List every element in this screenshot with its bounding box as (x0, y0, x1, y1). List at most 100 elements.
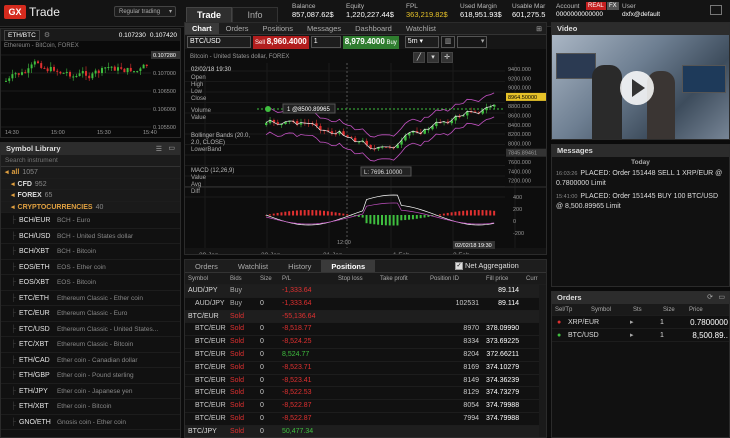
tab-info[interactable]: Info (232, 7, 278, 23)
position-row[interactable]: BTC/EUR Sold 0 -8,518.77 8970 378.09990 (185, 323, 546, 337)
crosshair-icon[interactable]: ✛ (441, 52, 453, 63)
chart-type-icon[interactable]: ▥ (440, 36, 456, 48)
tab-messages[interactable]: Messages (300, 23, 348, 34)
library-group-forex[interactable]: ◂ FOREX 65 (1, 190, 180, 202)
play-button[interactable] (620, 71, 654, 105)
order-row[interactable]: ● XRP/EUR ▸ 1 0.7800000 (552, 316, 729, 329)
positions-scrollbar[interactable] (539, 285, 546, 437)
video-player[interactable] (552, 35, 729, 139)
buy-button[interactable]: 8,979.4000 Buy (342, 35, 399, 49)
position-cell (427, 311, 483, 323)
sell-button[interactable]: Sell 8,960.4000 (253, 35, 309, 49)
draw-line-icon[interactable]: ╱ (413, 52, 425, 63)
library-item[interactable]: ├ ETH/CAD Ether coin - Canadian dollar (1, 353, 180, 368)
position-row[interactable]: BTC/EUR Sold -55,136.64 (185, 310, 546, 324)
position-row[interactable]: BTC/JPY Sold 0 50,477.34 (185, 425, 546, 437)
column-header[interactable]: Size (257, 273, 279, 284)
tab-chart[interactable]: Chart (185, 23, 219, 34)
search-box[interactable] (1, 155, 180, 167)
gear-icon[interactable]: ⚙ (44, 31, 50, 39)
chart-layout-icon[interactable]: ⊞ (536, 25, 542, 33)
position-cell: AUD/JPY (195, 299, 225, 307)
order-marker-icon[interactable] (265, 106, 271, 112)
library-item[interactable]: ├ BCH/EUR BCH - Euro (1, 213, 180, 229)
order-row[interactable]: ● BTC/USD ▸ 1 8,500.89.. (552, 329, 729, 342)
column-header[interactable]: Symbol (185, 273, 227, 284)
column-header[interactable]: Take profit (377, 273, 427, 284)
collapse-icon[interactable]: ▭ (168, 144, 175, 152)
mini-chart-canvas[interactable]: 0.1072800.1070000.1065000.1060000.105500… (1, 41, 181, 137)
mini-candle (17, 73, 20, 75)
column-header[interactable]: Fill price (483, 273, 523, 284)
message-item[interactable]: 16:03:26 PLACED: Order 151448 SELL 1 XRP/… (552, 168, 729, 191)
library-item[interactable]: ├ BCH/XBT BCH - Bitcoin (1, 244, 180, 260)
library-group-cryptocurrencies[interactable]: ◂ CRYPTOCURRENCIES 40 (1, 201, 180, 213)
tab-positions[interactable]: Positions (321, 260, 376, 272)
refresh-icon[interactable]: ⟳ (707, 293, 713, 301)
position-row[interactable]: BTC/EUR Sold 0 -8,524.25 8334 373.69225 (185, 336, 546, 349)
column-header[interactable]: Curr (523, 273, 543, 284)
indicator-select[interactable]: ▾ (457, 36, 488, 48)
collapse-icon[interactable]: ▭ (718, 293, 725, 301)
chart-symbol-select[interactable]: BTC/USD (187, 36, 251, 48)
column-header[interactable]: Sel/Tp (552, 304, 588, 315)
mini-candle (5, 80, 7, 82)
tab-trade[interactable]: Trade (186, 7, 232, 23)
quantity-input[interactable]: 1 (310, 36, 341, 48)
library-item[interactable]: ├ GNO/ETH Gnosis coin - Ether coin (1, 415, 180, 430)
column-header[interactable]: Bids (227, 273, 257, 284)
library-item[interactable]: ├ EOS/XBT EOS - Bitcoin (1, 275, 180, 291)
library-group-all[interactable]: ◂ all 1057 (1, 167, 180, 179)
trading-mode-select[interactable]: Regular trading ▾ (114, 6, 176, 17)
column-header[interactable]: Price (686, 304, 726, 315)
search-input[interactable] (1, 155, 180, 166)
library-item[interactable]: ├ BCH/USD BCH - United States dollar (1, 229, 180, 244)
position-row[interactable]: BTC/EUR Sold 0 -8,522.87 7994 374.79988 (185, 413, 546, 426)
window-icon[interactable] (710, 5, 722, 15)
library-item[interactable]: ├ ETC/EUR Ethereum Classic - Euro (1, 306, 180, 322)
interval-select[interactable]: 5m ▾ (404, 36, 439, 48)
library-item[interactable]: ├ ETH/GBP Ether coin - Pound sterling (1, 368, 180, 384)
column-header[interactable]: P/L (279, 273, 335, 284)
library-item[interactable]: ├ ETC/XBT Ethereum Classic - Bitcoin (1, 337, 180, 353)
position-row[interactable]: AUD/JPY Buy -1,333.64 89.114 (185, 285, 546, 298)
position-row[interactable]: BTC/EUR Sold 0 -8,523.71 8169 374.10279 (185, 362, 546, 375)
library-item[interactable]: ├ ETH/JPY Ether coin - Japanese yen (1, 384, 180, 399)
tab-watchlist[interactable]: Watchlist (228, 260, 278, 272)
library-item[interactable]: ├ EOS/ETH EOS - Ether coin (1, 260, 180, 275)
tab-watchlist[interactable]: Watchlist (399, 23, 443, 34)
library-item[interactable]: ├ ETC/USD Ethereum Classic - United States… (1, 322, 180, 337)
tab-orders[interactable]: Orders (219, 23, 256, 34)
list-view-icon[interactable]: ☰ (156, 145, 162, 153)
column-header[interactable]: Sts (630, 304, 660, 315)
draw-tools-icon[interactable]: ▾ (427, 52, 439, 63)
time-axis[interactable] (185, 248, 547, 255)
position-row[interactable]: BTC/EUR Sold 0 8,524.77 8204 372.66211 (185, 349, 546, 362)
position-row[interactable]: AUD/JPY Buy 0 -1,333.64 102531 89.114 (185, 298, 546, 311)
message-item[interactable]: 15:41:00 PLACED: Order 151445 BUY 100 BTC… (552, 191, 729, 214)
position-row[interactable]: BTC/EUR Sold 0 -8,522.53 8129 374.73279 (185, 387, 546, 401)
net-aggregation-toggle[interactable]: ✓ Net Aggregation (455, 261, 519, 270)
tab-dashboard[interactable]: Dashboard (348, 23, 399, 34)
cancel-order-icon[interactable]: ● (552, 316, 568, 328)
macd-axis-label: 200 (513, 207, 522, 213)
library-item[interactable]: ├ ETC/ETH Ethereum Classic - Ether coin (1, 291, 180, 306)
column-header[interactable]: Symbol (588, 304, 630, 315)
tab-positions[interactable]: Positions (256, 23, 300, 34)
column-header[interactable]: Position ID (427, 273, 483, 284)
library-item[interactable]: ├ ETH/XBT Ether coin - Bitcoin (1, 399, 180, 415)
column-header[interactable]: Size (660, 304, 686, 315)
position-cell: BTC/EUR (195, 414, 226, 422)
position-cell: 0 (260, 325, 264, 333)
tab-history[interactable]: History (278, 260, 321, 272)
library-group-cfd[interactable]: ◂ CFD 952 (1, 178, 180, 190)
price-axis-label: 8200.000 (508, 132, 531, 138)
position-row[interactable]: BTC/EUR Sold 0 -8,522.87 8054 374.79988 (185, 400, 546, 413)
checkbox-icon[interactable]: ✓ (455, 261, 463, 270)
messages-day: Today (631, 159, 650, 166)
position-row[interactable]: BTC/EUR Sold 0 -8,523.41 8149 374.36239 (185, 375, 546, 388)
column-header[interactable]: Stop loss (335, 273, 377, 284)
cancel-order-icon[interactable]: ● (552, 329, 568, 341)
tab-orders[interactable]: Orders (185, 260, 228, 272)
mini-chart-symbol[interactable]: ETH/BTC (4, 29, 40, 41)
